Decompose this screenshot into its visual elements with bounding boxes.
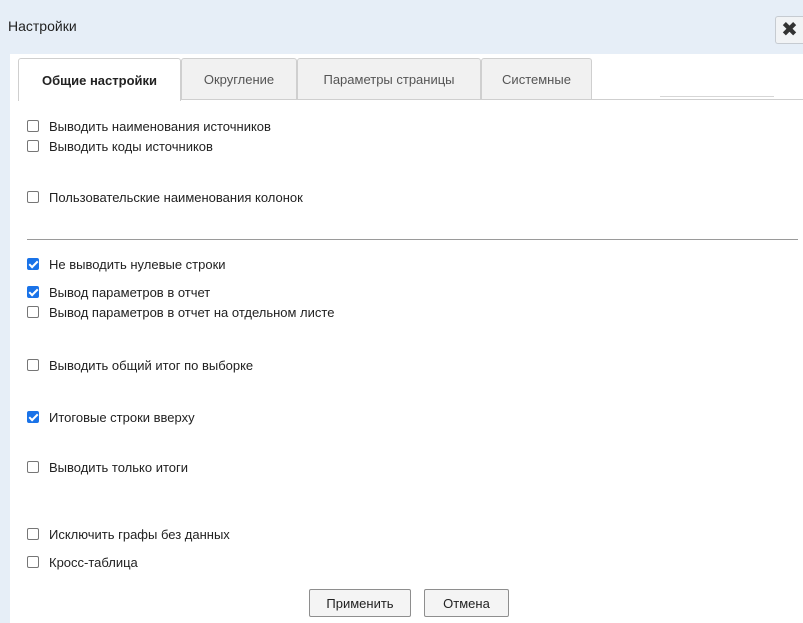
option-params-in-report[interactable]: Вывод параметров в отчет bbox=[27, 283, 210, 301]
checkbox[interactable] bbox=[27, 306, 39, 318]
tab-label: Общие настройки bbox=[42, 72, 157, 88]
option-exclude-empty-columns[interactable]: Исключить графы без данных bbox=[27, 525, 230, 543]
option-totals-only[interactable]: Выводить только итоги bbox=[27, 458, 188, 476]
tab-label: Системные bbox=[502, 72, 571, 87]
checkbox[interactable] bbox=[27, 286, 39, 298]
option-label: Итоговые строки вверху bbox=[49, 409, 195, 425]
dialog-footer: Применить Отмена bbox=[10, 582, 803, 623]
option-custom-column-names[interactable]: Пользовательские наименования колонок bbox=[27, 188, 303, 206]
option-source-codes[interactable]: Выводить коды источников bbox=[27, 137, 213, 155]
checkbox[interactable] bbox=[27, 258, 39, 270]
checkbox[interactable] bbox=[27, 556, 39, 568]
close-button[interactable]: ✖ bbox=[775, 16, 803, 44]
option-params-separate-sheet[interactable]: Вывод параметров в отчет на отдельном ли… bbox=[27, 303, 334, 321]
tab-system[interactable]: Системные bbox=[481, 58, 592, 100]
option-label: Выводить наименования источников bbox=[49, 118, 271, 134]
tab-rounding[interactable]: Округление bbox=[181, 58, 297, 100]
checkbox[interactable] bbox=[27, 411, 39, 423]
checkbox[interactable] bbox=[27, 461, 39, 473]
option-label: Выводить только итоги bbox=[49, 459, 188, 475]
option-label: Пользовательские наименования колонок bbox=[49, 189, 303, 205]
option-label: Вывод параметров в отчет bbox=[49, 284, 211, 300]
checkbox[interactable] bbox=[27, 191, 39, 203]
tab-strip: Общие настройки Округление Параметры стр… bbox=[10, 54, 803, 101]
option-label: Исключить графы без данных bbox=[49, 526, 230, 542]
dialog-titlebar: Настройки ✖ bbox=[0, 0, 803, 54]
option-label: Вывод параметров в отчет на отдельном ли… bbox=[49, 304, 335, 320]
option-source-names[interactable]: Выводить наименования источников bbox=[27, 117, 271, 135]
checkbox[interactable] bbox=[27, 120, 39, 132]
tab-strip-accent-line bbox=[660, 96, 774, 97]
tab-underline bbox=[171, 99, 803, 100]
dialog-title: Настройки bbox=[8, 18, 77, 34]
checkbox[interactable] bbox=[27, 140, 39, 152]
option-label: Кросс-таблица bbox=[49, 554, 138, 570]
section-divider bbox=[27, 239, 798, 240]
cancel-button[interactable]: Отмена bbox=[424, 589, 509, 617]
option-grand-total[interactable]: Выводить общий итог по выборке bbox=[27, 356, 253, 374]
option-label: Не выводить нулевые строки bbox=[49, 256, 226, 272]
tab-label: Параметры страницы bbox=[323, 72, 455, 87]
option-totals-on-top[interactable]: Итоговые строки вверху bbox=[27, 408, 195, 426]
tab-general[interactable]: Общие настройки bbox=[18, 58, 181, 101]
option-label: Выводить коды источников bbox=[49, 138, 213, 154]
settings-dialog: Настройки ✖ Общие настройки Округление П… bbox=[0, 0, 803, 623]
tab-page-settings[interactable]: Параметры страницы bbox=[297, 58, 481, 100]
close-icon: ✖ bbox=[781, 19, 798, 41]
checkbox[interactable] bbox=[27, 359, 39, 371]
option-hide-zero-rows[interactable]: Не выводить нулевые строки bbox=[27, 255, 226, 273]
tab-label: Округление bbox=[203, 72, 275, 87]
option-label: Выводить общий итог по выборке bbox=[49, 357, 254, 373]
apply-button[interactable]: Применить bbox=[309, 589, 411, 617]
checkbox[interactable] bbox=[27, 528, 39, 540]
option-cross-table[interactable]: Кросс-таблица bbox=[27, 553, 138, 571]
dialog-left-edge bbox=[0, 54, 10, 623]
